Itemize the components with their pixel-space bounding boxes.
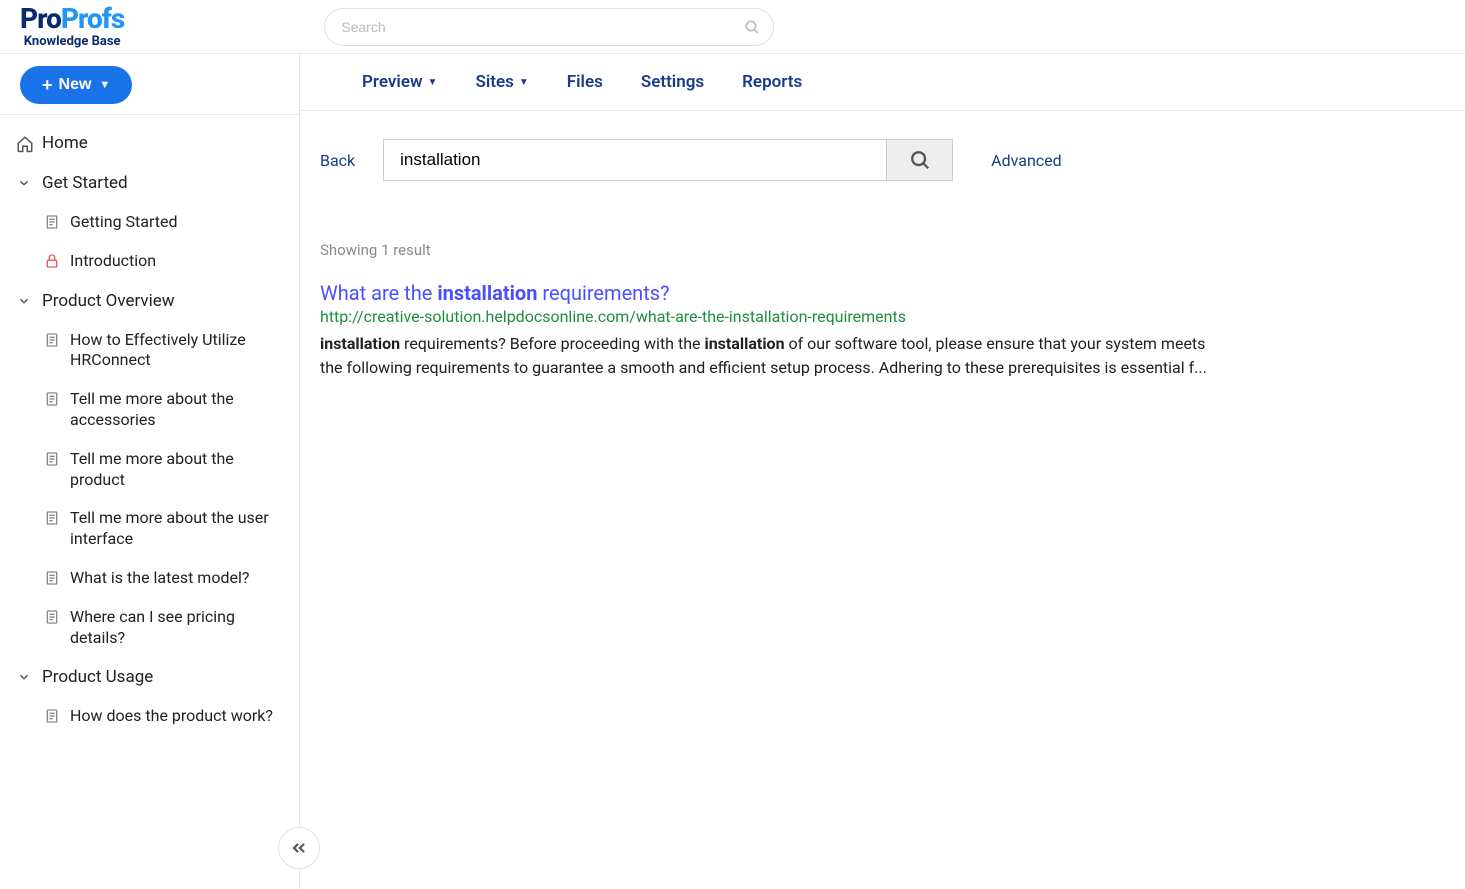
- sidebar-item-label: Home: [42, 133, 88, 153]
- sidebar-item-label: Tell me more about the accessories: [70, 389, 283, 431]
- tab-preview[interactable]: Preview ▼: [362, 72, 437, 92]
- logo[interactable]: ProProfs Knowledge Base: [20, 5, 124, 48]
- inline-search-input[interactable]: [384, 140, 886, 180]
- chevron-down-icon: [16, 293, 32, 309]
- document-icon: [44, 391, 60, 407]
- document-icon: [44, 332, 60, 348]
- document-icon: [44, 708, 60, 724]
- inline-search: [383, 139, 953, 181]
- result-count: Showing 1 result: [320, 241, 1425, 259]
- sidebar-item-getting-started[interactable]: Getting Started: [0, 203, 299, 242]
- logo-part2: Profs: [61, 2, 124, 35]
- global-search: [324, 8, 774, 46]
- inline-search-button[interactable]: [886, 140, 952, 180]
- sidebar: + New ▼ Home Get Started: [0, 54, 300, 889]
- logo-part1: Pro: [20, 2, 61, 35]
- chevron-double-left-icon: [289, 838, 309, 858]
- chevron-down-icon: ▼: [519, 77, 529, 88]
- sidebar-section-get-started[interactable]: Get Started: [0, 163, 299, 203]
- top-nav-tabs: Preview ▼ Sites ▼ Files Settings Reports: [300, 54, 1465, 111]
- sidebar-item-label: Introduction: [70, 251, 156, 272]
- tab-label: Sites: [475, 72, 513, 92]
- chevron-down-icon: [16, 669, 32, 685]
- sidebar-tree[interactable]: Home Get Started Getting Started Introd: [0, 114, 299, 889]
- sidebar-section-label: Product Usage: [42, 667, 153, 687]
- search-bar-row: Back Advanced: [320, 139, 1425, 181]
- lock-icon: [44, 253, 60, 269]
- sidebar-item-accessories[interactable]: Tell me more about the accessories: [0, 380, 299, 440]
- sidebar-section-label: Product Overview: [42, 291, 175, 311]
- document-icon: [44, 609, 60, 625]
- home-icon: [16, 135, 32, 151]
- sidebar-item-hrconnect[interactable]: How to Effectively Utilize HRConnect: [0, 321, 299, 381]
- top-header: ProProfs Knowledge Base: [0, 0, 1465, 54]
- document-icon: [44, 570, 60, 586]
- new-button-label: New: [59, 76, 92, 94]
- sidebar-section-product-usage[interactable]: Product Usage: [0, 657, 299, 697]
- chevron-down-icon: ▼: [428, 77, 438, 88]
- tab-sites[interactable]: Sites ▼: [475, 72, 528, 92]
- search-result: What are the installation requirements? …: [320, 281, 1425, 380]
- collapse-sidebar-button[interactable]: [278, 827, 320, 869]
- tab-files[interactable]: Files: [567, 72, 603, 92]
- tab-reports[interactable]: Reports: [742, 72, 802, 92]
- sidebar-item-product[interactable]: Tell me more about the product: [0, 440, 299, 500]
- plus-icon: +: [42, 75, 53, 96]
- tab-settings[interactable]: Settings: [641, 72, 704, 92]
- sidebar-item-introduction[interactable]: Introduction: [0, 242, 299, 281]
- document-icon: [44, 451, 60, 467]
- result-snippet: installation requirements? Before procee…: [320, 332, 1210, 380]
- chevron-down-icon: [16, 175, 32, 191]
- logo-subtitle: Knowledge Base: [20, 35, 124, 48]
- tab-label: Reports: [742, 72, 802, 92]
- sidebar-item-label: Tell me more about the product: [70, 449, 283, 491]
- logo-text: ProProfs: [20, 5, 124, 33]
- tab-label: Preview: [362, 72, 423, 92]
- search-icon: [909, 149, 931, 171]
- tab-label: Settings: [641, 72, 704, 92]
- document-icon: [44, 510, 60, 526]
- result-title-pre: What are the: [320, 281, 437, 305]
- global-search-input[interactable]: [324, 8, 774, 46]
- sidebar-item-label: How to Effectively Utilize HRConnect: [70, 330, 283, 372]
- result-title-link[interactable]: What are the installation requirements?: [320, 281, 1425, 305]
- result-title-highlight: installation: [437, 281, 537, 305]
- sidebar-item-pricing[interactable]: Where can I see pricing details?: [0, 598, 299, 658]
- sidebar-section-label: Get Started: [42, 173, 128, 193]
- search-icon[interactable]: [744, 19, 760, 35]
- tab-label: Files: [567, 72, 603, 92]
- new-button[interactable]: + New ▼: [20, 66, 132, 104]
- sidebar-item-label: Tell me more about the user interface: [70, 508, 283, 550]
- sidebar-item-label: How does the product work?: [70, 706, 273, 727]
- sidebar-item-label: Getting Started: [70, 212, 178, 233]
- back-link[interactable]: Back: [320, 151, 355, 170]
- snippet-highlight: installation: [704, 334, 784, 353]
- sidebar-item-latest-model[interactable]: What is the latest model?: [0, 559, 299, 598]
- sidebar-item-user-interface[interactable]: Tell me more about the user interface: [0, 499, 299, 559]
- snippet-text: requirements? Before proceeding with the: [400, 334, 704, 353]
- chevron-down-icon: ▼: [99, 79, 110, 91]
- main-content: Preview ▼ Sites ▼ Files Settings Reports…: [300, 54, 1465, 889]
- sidebar-item-how-works[interactable]: How does the product work?: [0, 697, 299, 736]
- sidebar-item-home[interactable]: Home: [0, 123, 299, 163]
- sidebar-section-product-overview[interactable]: Product Overview: [0, 281, 299, 321]
- advanced-search-link[interactable]: Advanced: [991, 151, 1062, 170]
- sidebar-item-label: Where can I see pricing details?: [70, 607, 283, 649]
- result-title-post: requirements?: [537, 281, 669, 305]
- document-icon: [44, 214, 60, 230]
- snippet-highlight: installation: [320, 334, 400, 353]
- result-url[interactable]: http://creative-solution.helpdocsonline.…: [320, 307, 1425, 326]
- sidebar-item-label: What is the latest model?: [70, 568, 249, 589]
